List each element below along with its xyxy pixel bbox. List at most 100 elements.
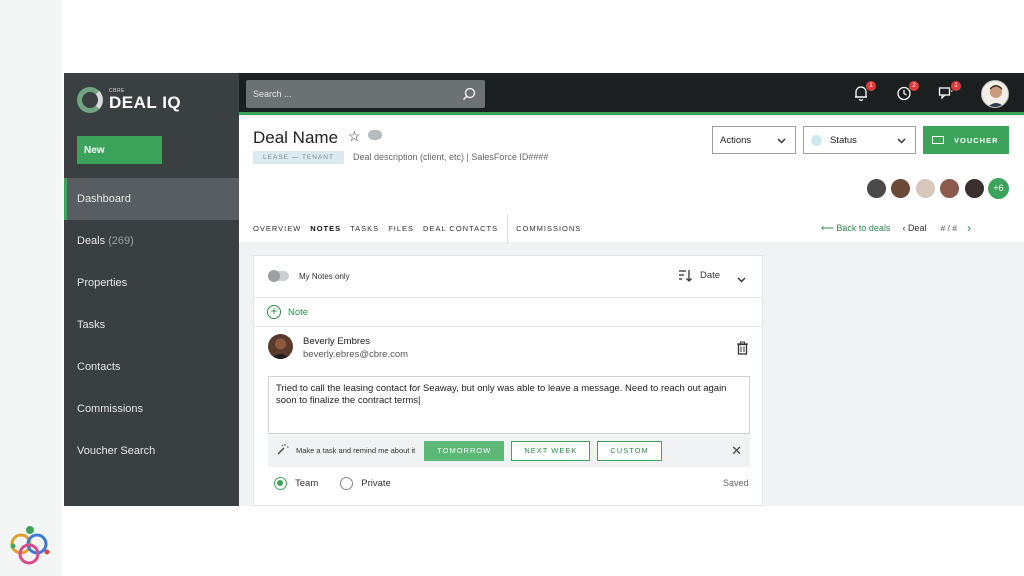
author-avatar xyxy=(268,334,293,359)
sidebar-item-label: Properties xyxy=(77,277,128,289)
deal-team-avatars[interactable]: +6 xyxy=(862,178,1009,199)
author-name: Beverly Embres xyxy=(303,336,371,347)
status-dot xyxy=(811,134,822,146)
remind-label: Make a task and remind me about it xyxy=(296,446,416,455)
private-radio-label: Private xyxy=(361,478,391,489)
messages-badge: 1 xyxy=(951,81,961,91)
sidebar-item-commissions[interactable]: Commissions xyxy=(64,388,239,430)
sidebar-item-contacts[interactable]: Contacts xyxy=(64,346,239,388)
team-avatar[interactable] xyxy=(963,178,985,199)
deal-description: Deal description (client, etc) | SalesFo… xyxy=(353,152,549,162)
deal-header: Deal Name ☆ LEASE — TENANT Deal descript… xyxy=(239,118,1024,244)
search-box xyxy=(246,80,485,108)
sort-icon xyxy=(679,270,692,282)
messages-chat-icon[interactable]: 1 xyxy=(938,81,961,103)
team-more-badge[interactable]: +6 xyxy=(988,178,1009,199)
chevron-down-icon xyxy=(776,135,787,149)
sidebar-item-label: Contacts xyxy=(77,361,121,373)
logo-ring-icon xyxy=(77,87,103,113)
tab-deal-contacts[interactable]: DEAL CONTACTS xyxy=(423,216,498,242)
tab-notes[interactable]: NOTES xyxy=(310,216,341,242)
task-reminder-bar: Make a task and remind me about it TOMOR… xyxy=(268,434,750,467)
team-avatar[interactable] xyxy=(865,178,887,199)
my-notes-label: My Notes only xyxy=(299,272,350,281)
user-avatar[interactable] xyxy=(981,80,1009,108)
actions-label: Actions xyxy=(720,134,752,146)
salesforce-cloud-icon xyxy=(368,130,382,140)
trash-icon[interactable] xyxy=(736,341,749,360)
sidebar-item-dashboard[interactable]: Dashboard xyxy=(64,178,239,220)
sidebar-item-label: Deals xyxy=(77,235,106,247)
sort-by-date[interactable]: Date xyxy=(678,269,720,282)
add-note-label: Note xyxy=(288,306,309,318)
next-deal-arrow-icon[interactable]: › xyxy=(967,221,971,235)
author-email: beverly.ebres@cbre.com xyxy=(303,349,409,360)
new-button[interactable]: New xyxy=(77,136,162,164)
deal-navigation: ⟵ Back to deals ‹ Deal # / # › xyxy=(821,221,971,235)
sidebar-item-properties[interactable]: Properties xyxy=(64,262,239,304)
corner-brand-logo-icon xyxy=(7,522,53,568)
private-radio[interactable] xyxy=(340,477,354,490)
history-clock-icon[interactable]: 2 xyxy=(896,81,919,103)
tab-commissions[interactable]: COMMISSIONS xyxy=(516,216,581,242)
deal-type-tag: LEASE — TENANT xyxy=(253,151,344,164)
top-bar: 1 2 1 xyxy=(239,73,1024,115)
remind-tomorrow-button[interactable]: TOMORROW xyxy=(424,440,505,461)
tab-files[interactable]: FILES xyxy=(388,216,414,242)
chevron-down-icon xyxy=(896,135,907,149)
saved-status: Saved xyxy=(723,478,749,488)
left-margin-strip xyxy=(0,0,62,576)
note-text-area[interactable]: Tried to call the leasing contact for Se… xyxy=(268,376,750,434)
notifications-bell-icon[interactable]: 1 xyxy=(853,81,876,103)
actions-dropdown[interactable]: Actions xyxy=(712,126,796,154)
status-dropdown[interactable]: Status xyxy=(803,126,916,154)
logo-big-text: DEAL IQ xyxy=(109,92,182,112)
sort-label: Date xyxy=(700,270,721,281)
status-label: Status xyxy=(830,134,857,146)
sidebar: CBRE DEAL IQ New Dashboard Deals (269) P… xyxy=(64,73,239,506)
team-radio-label: Team xyxy=(295,478,319,489)
add-circle-icon: + xyxy=(267,305,281,319)
team-avatar[interactable] xyxy=(939,178,960,199)
deal-tabs: OVERVIEW NOTES TASKS FILES DEAL CONTACTS… xyxy=(253,214,590,244)
tab-overview[interactable]: OVERVIEW xyxy=(253,216,301,242)
notifications-badge: 1 xyxy=(866,81,876,91)
deal-pager: # / # xyxy=(940,223,957,233)
my-notes-toggle[interactable] xyxy=(268,270,289,282)
add-note-button[interactable]: + Note xyxy=(254,298,762,327)
sidebar-item-label: Tasks xyxy=(77,319,106,331)
voucher-label: VOUCHER xyxy=(954,135,999,145)
app-logo[interactable]: CBRE DEAL IQ xyxy=(77,85,181,115)
notes-toolbar: My Notes only Date xyxy=(254,256,762,298)
remind-next-week-button[interactable]: NEXT WEEK xyxy=(511,440,591,461)
history-badge: 2 xyxy=(909,81,919,91)
sidebar-item-voucher-search[interactable]: Voucher Search xyxy=(64,430,239,472)
back-to-deals-link[interactable]: ⟵ Back to deals xyxy=(821,223,890,234)
team-avatar[interactable] xyxy=(914,178,936,199)
favorite-star-icon[interactable]: ☆ xyxy=(348,128,361,145)
sidebar-nav: Dashboard Deals (269) Properties Tasks C… xyxy=(64,178,239,472)
sidebar-item-label: Voucher Search xyxy=(77,445,156,457)
search-input[interactable] xyxy=(246,80,456,108)
close-icon[interactable]: ✕ xyxy=(731,443,742,459)
deal-iq-app: CBRE DEAL IQ New Dashboard Deals (269) P… xyxy=(64,73,1024,506)
tab-divider xyxy=(507,214,509,244)
remind-custom-button[interactable]: CUSTOM xyxy=(597,440,662,461)
page-title: Deal Name xyxy=(253,128,339,147)
team-radio[interactable] xyxy=(274,477,287,490)
search-icon[interactable] xyxy=(462,87,476,106)
sidebar-item-label: Commissions xyxy=(77,403,144,415)
sidebar-item-tasks[interactable]: Tasks xyxy=(64,304,239,346)
chevron-down-icon[interactable] xyxy=(736,272,747,290)
deals-count: (269) xyxy=(108,235,134,247)
tab-tasks[interactable]: TASKS xyxy=(350,216,379,242)
notes-panel: My Notes only Date + Note Beverly Embres… xyxy=(253,255,763,506)
voucher-button[interactable]: VOUCHER xyxy=(923,126,1009,154)
sidebar-item-deals[interactable]: Deals (269) xyxy=(64,220,239,262)
previous-deal-button[interactable]: ‹ Deal xyxy=(902,223,926,233)
team-avatar[interactable] xyxy=(890,178,911,199)
note-author: Beverly Embres beverly.ebres@cbre.com xyxy=(254,327,762,373)
sidebar-item-label: Dashboard xyxy=(77,193,131,205)
voucher-icon xyxy=(932,136,944,144)
visibility-options: Team Private xyxy=(274,477,391,490)
